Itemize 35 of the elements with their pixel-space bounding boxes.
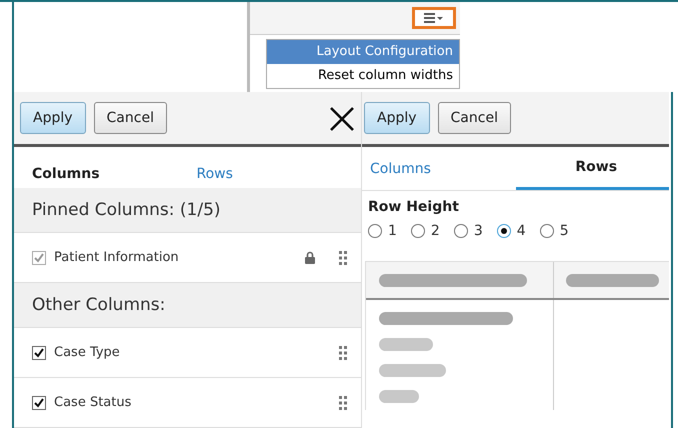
column-label: Case Status [54, 395, 132, 410]
menu-icon [424, 13, 444, 23]
row-height-label: Row Height [367, 198, 460, 215]
drag-handle-icon[interactable] [339, 396, 347, 410]
radio-button[interactable] [540, 224, 554, 238]
column-label: Case Type [54, 345, 121, 360]
radio-label: 2 [430, 223, 440, 239]
section-title: Pinned Columns: (1/5) [32, 200, 221, 220]
radio-label: 4 [516, 223, 526, 239]
menu-button[interactable] [412, 7, 456, 29]
checkbox[interactable] [32, 250, 46, 264]
checkbox[interactable] [32, 346, 46, 360]
radio-label: 3 [474, 223, 483, 239]
radio-button[interactable] [496, 224, 511, 238]
cancel-button[interactable]: Cancel [438, 102, 511, 134]
menu-item[interactable]: Layout Configuration [267, 40, 459, 64]
close-icon[interactable] [329, 106, 355, 132]
radio-label: 5 [560, 223, 569, 239]
drag-handle-icon[interactable] [339, 346, 347, 360]
radio-label: 1 [388, 223, 397, 239]
checkbox[interactable] [32, 396, 46, 410]
tab[interactable]: Rows [196, 166, 361, 182]
tab[interactable]: Rows [516, 147, 669, 190]
apply-button[interactable]: Apply [364, 102, 430, 134]
radio-button[interactable] [368, 224, 382, 238]
drag-handle-icon[interactable] [339, 250, 347, 264]
tab[interactable]: Columns [362, 147, 516, 190]
column-label: Patient Information [54, 250, 180, 265]
apply-button[interactable]: Apply [20, 102, 86, 134]
section-title: Other Columns: [32, 295, 166, 315]
cancel-button[interactable]: Cancel [94, 102, 167, 134]
radio-button[interactable] [410, 224, 425, 238]
menu-item[interactable]: Reset column widths [267, 64, 459, 88]
radio-button[interactable] [454, 224, 468, 238]
tab[interactable]: Columns [32, 166, 196, 182]
